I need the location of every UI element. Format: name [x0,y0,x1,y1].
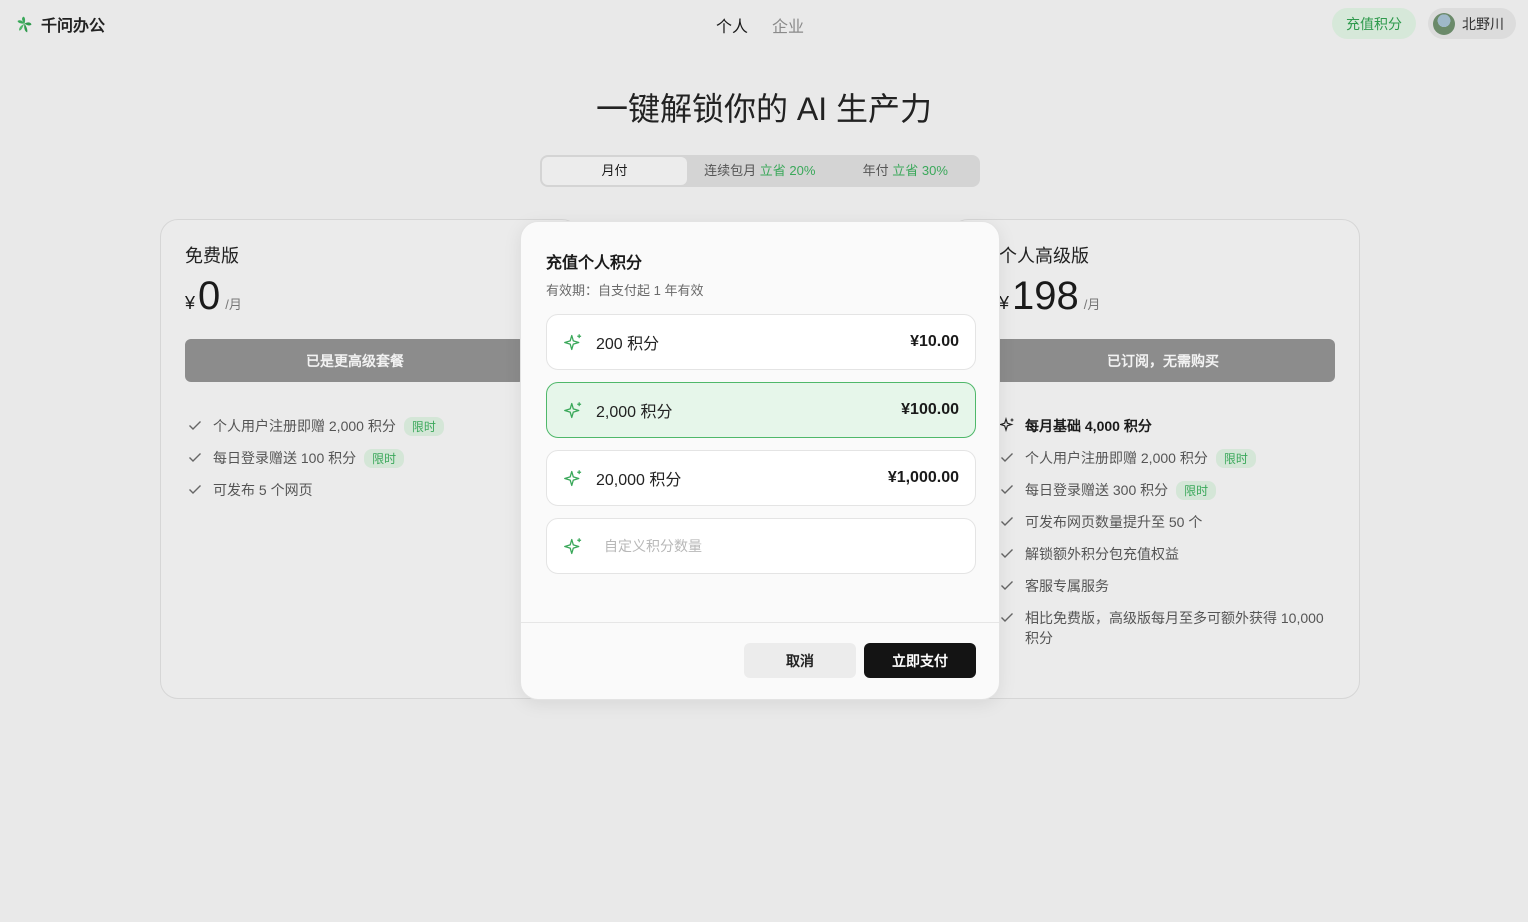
sparkle-icon [564,469,582,486]
pay-now-button[interactable]: 立即支付 [864,643,976,678]
modal-subtitle: 有效期：自支付起 1 年有效 [546,283,704,298]
option-points: 20,000 积分 [596,472,682,489]
option-price: ¥100.00 [901,401,959,418]
option-points: 200 积分 [596,336,660,353]
cancel-button[interactable]: 取消 [744,643,856,678]
sparkle-icon [564,401,582,418]
points-option-200[interactable]: 200 积分 ¥10.00 [546,314,976,370]
option-points: 2,000 积分 [596,404,673,421]
custom-points-input[interactable] [596,538,959,554]
custom-points-option [546,518,976,574]
recharge-modal: 充值个人积分 有效期：自支付起 1 年有效 200 积分 ¥10.00 2,00… [520,221,1000,700]
option-price: ¥10.00 [910,333,959,350]
modal-divider [521,622,999,623]
sparkle-icon [564,537,582,554]
modal-title: 充值个人积分 [546,255,643,272]
option-price: ¥1,000.00 [887,469,959,486]
points-option-2000[interactable]: 2,000 积分 ¥100.00 [546,382,976,438]
points-option-20000[interactable]: 20,000 积分 ¥1,000.00 [546,450,976,506]
sparkle-icon [564,333,582,350]
